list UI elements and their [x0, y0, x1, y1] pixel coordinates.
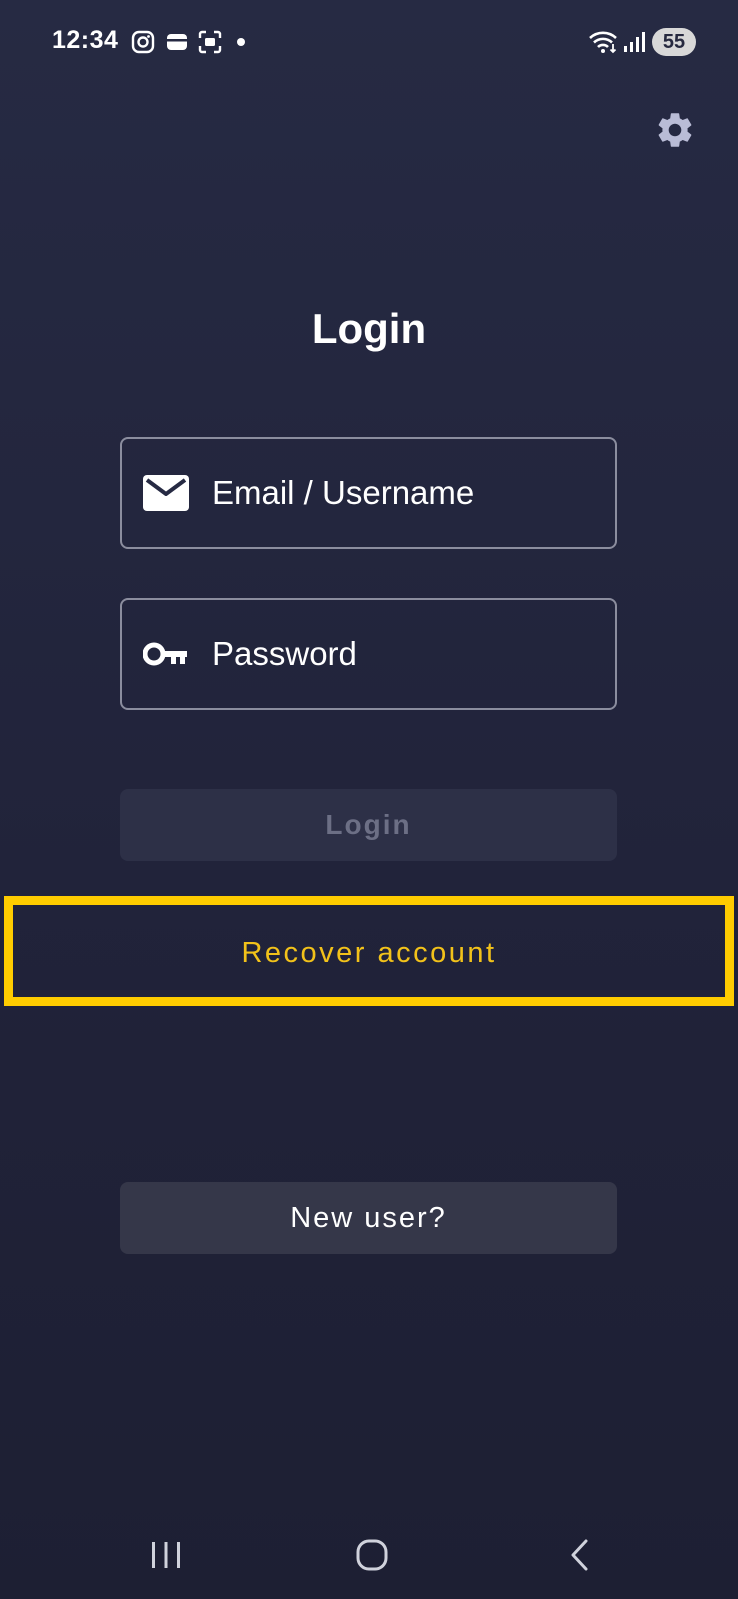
password-input[interactable] — [212, 600, 601, 708]
home-button[interactable] — [347, 1530, 397, 1580]
screenshot-icon — [198, 30, 222, 54]
notification-dot — [237, 38, 245, 46]
password-field[interactable] — [120, 598, 617, 710]
wallet-icon — [165, 30, 189, 54]
battery-indicator: 55 — [652, 28, 696, 56]
login-button[interactable]: Login — [120, 789, 617, 861]
key-icon — [142, 630, 190, 678]
mail-icon — [142, 469, 190, 517]
status-time: 12:34 — [52, 26, 119, 54]
new-user-button[interactable]: New user? — [120, 1182, 617, 1254]
email-field[interactable] — [120, 437, 617, 549]
page-title: Login — [311, 305, 427, 352]
settings-button[interactable] — [654, 109, 696, 151]
back-icon — [571, 1539, 588, 1571]
email-input[interactable] — [212, 439, 601, 547]
recover-account-button[interactable]: Recover account — [0, 894, 738, 1012]
recent-apps-icon — [152, 1542, 180, 1568]
status-bar: 12:34 55 — [0, 0, 738, 86]
navigation-bar — [0, 1500, 738, 1599]
gear-icon — [658, 113, 692, 147]
instagram-icon — [131, 30, 155, 54]
signal-icon — [623, 30, 645, 54]
back-button[interactable] — [555, 1530, 605, 1580]
recent-apps-button[interactable] — [141, 1530, 191, 1580]
home-icon — [356, 1539, 388, 1571]
wifi-icon — [588, 30, 618, 54]
